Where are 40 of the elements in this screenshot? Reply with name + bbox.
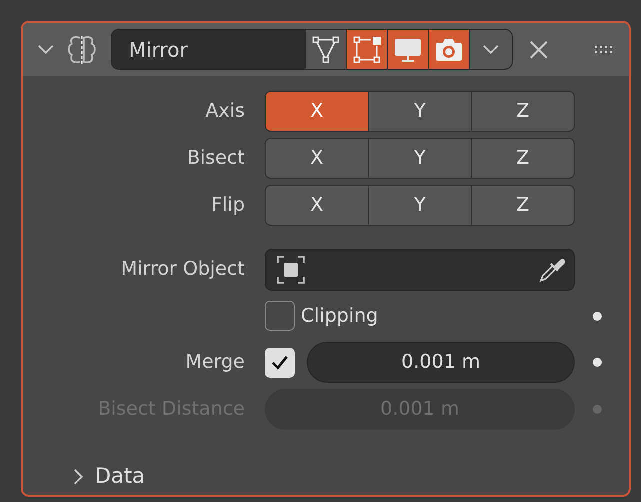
dropdown-button[interactable]: [469, 30, 512, 69]
axis-toggle[interactable]: Z: [471, 91, 575, 132]
mesh-triangle-icon: [312, 36, 340, 64]
keyframe-dot[interactable]: [592, 358, 602, 367]
number-field[interactable]: 0.001 m: [307, 342, 575, 383]
chevron-down-icon: [482, 44, 500, 56]
subpanel-title[interactable]: Data: [95, 461, 146, 493]
close-icon[interactable]: [529, 40, 549, 60]
axis-toggle[interactable]: Z: [471, 138, 575, 179]
camera-icon: [434, 36, 464, 62]
modifier-name-field[interactable]: Mirror: [111, 29, 513, 70]
keyframe-dot: [592, 405, 602, 414]
axis-toggle[interactable]: Y: [368, 91, 472, 132]
drag-handle-icon[interactable]: [595, 46, 615, 54]
checkmark-icon: [271, 354, 289, 370]
field-label: Bisect: [186, 146, 245, 172]
axis-toggle[interactable]: X: [265, 185, 369, 226]
render-toggle[interactable]: [428, 30, 469, 69]
axis-toggle[interactable]: Z: [471, 185, 575, 226]
collapse-chevron-icon[interactable]: [37, 44, 55, 56]
field-label: Mirror Object: [120, 257, 245, 282]
expand-chevron-icon[interactable]: [73, 468, 85, 486]
axis-toggle[interactable]: Y: [368, 185, 472, 226]
keyframe-dot[interactable]: [592, 312, 602, 320]
object-icon: [276, 254, 306, 284]
cage-frame-icon: [353, 36, 381, 64]
monitor-icon: [393, 36, 423, 62]
axis-toggle[interactable]: X: [265, 91, 369, 132]
field-label: Axis: [204, 99, 245, 124]
merge-checkbox[interactable]: [265, 348, 295, 378]
field-label: Merge: [184, 350, 245, 376]
axis-toggle[interactable]: Y: [368, 138, 472, 179]
cage-toggle[interactable]: [346, 30, 387, 69]
axis-toggle[interactable]: X: [265, 138, 369, 179]
object-picker-field[interactable]: [265, 248, 575, 290]
viewport-toggle[interactable]: [387, 30, 428, 69]
field-label: Flip: [210, 193, 245, 218]
checkbox-label: Clipping: [301, 304, 378, 329]
clipping-checkbox[interactable]: [265, 301, 295, 331]
edit-mode-toggle[interactable]: [305, 30, 346, 69]
